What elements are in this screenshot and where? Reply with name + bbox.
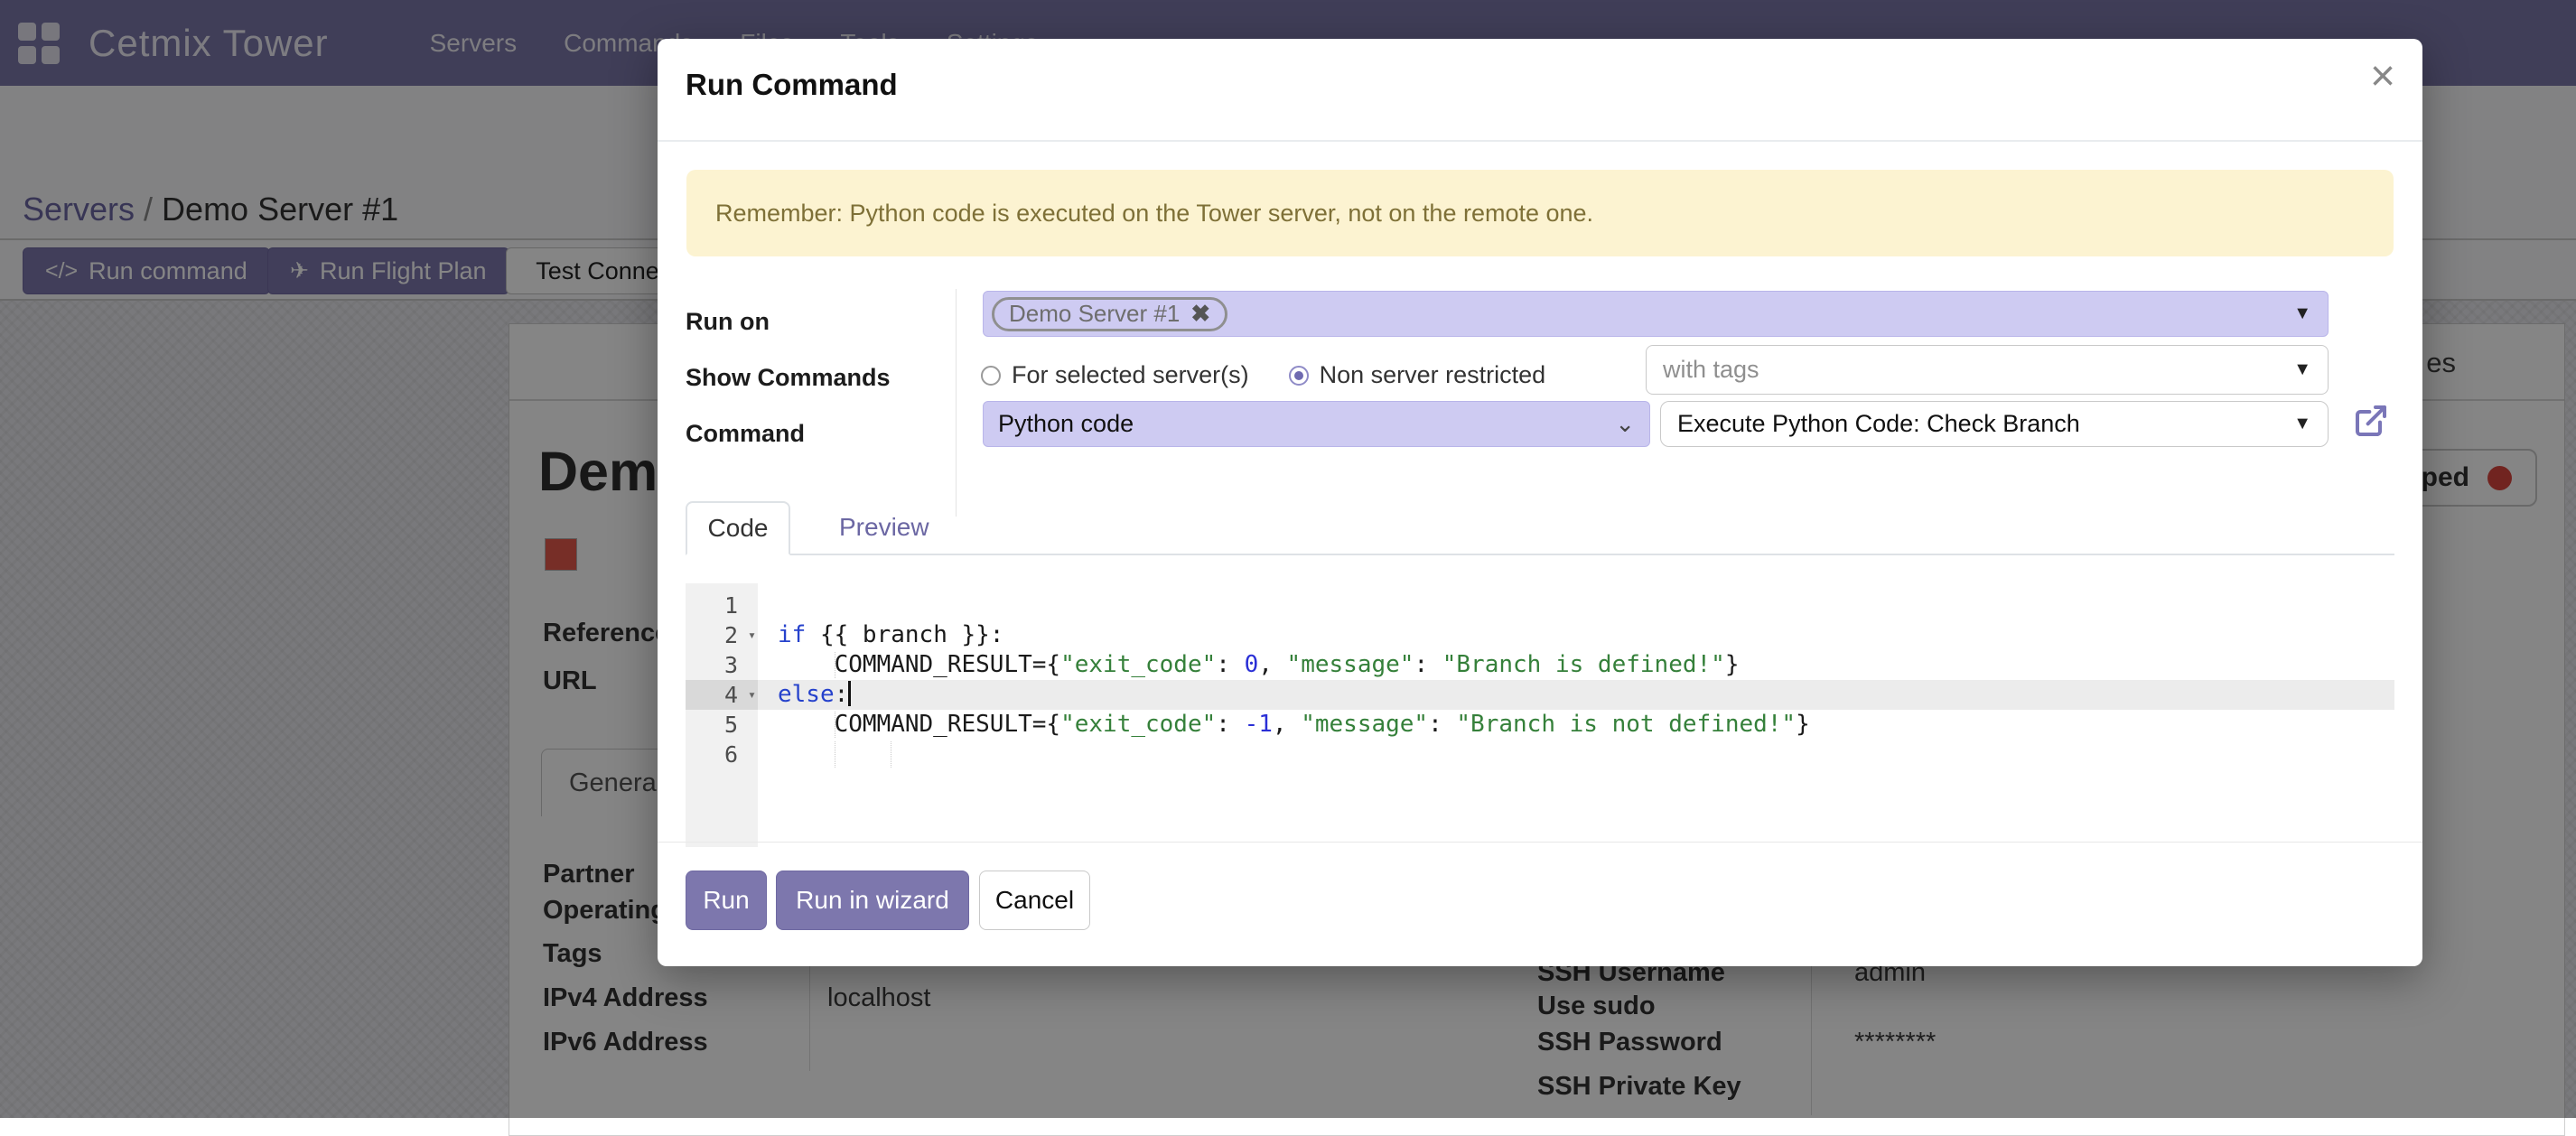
chevron-down-icon: ▼ xyxy=(2293,303,2311,324)
line-number: 3 xyxy=(686,650,758,680)
code-token: : xyxy=(1414,651,1442,678)
code-token: 0 xyxy=(1245,651,1259,678)
code-token: "Branch is not defined!" xyxy=(1456,711,1796,738)
text-cursor xyxy=(848,681,851,706)
cancel-button[interactable]: Cancel xyxy=(979,871,1090,930)
run-in-wizard-button[interactable]: Run in wizard xyxy=(776,871,969,930)
line-number: 6 xyxy=(686,740,758,769)
code-token: "message" xyxy=(1287,651,1414,678)
editor-lines: 12▾if {{ branch }}:3 COMMAND_RESULT={"ex… xyxy=(686,591,2394,769)
warning-banner: Remember: Python code is executed on the… xyxy=(686,170,2394,256)
code-token: , xyxy=(1258,651,1286,678)
with-tags-select[interactable]: with tags ▼ xyxy=(1646,345,2329,395)
editor-line-6: 6 xyxy=(686,740,2394,769)
run-on-label: Run on xyxy=(686,308,770,336)
code-token: else xyxy=(778,681,835,708)
command-select[interactable]: Execute Python Code: Check Branch ▼ xyxy=(1660,401,2329,447)
run-on-select[interactable]: Demo Server #1 ✖ ▼ xyxy=(983,291,2329,337)
tab-preview[interactable]: Preview xyxy=(817,501,951,554)
radio-for-selected-servers-label[interactable]: For selected server(s) xyxy=(1012,361,1249,389)
command-type-select[interactable]: Python code ⌄ xyxy=(983,401,1650,447)
modal-title: Run Command xyxy=(686,68,898,102)
code-token: : xyxy=(1428,711,1456,738)
form-column-divider xyxy=(956,289,957,517)
code-token: COMMAND_RESULT={ xyxy=(778,711,1060,738)
code-token: "message" xyxy=(1301,711,1428,738)
code-token: COMMAND_RESULT={ xyxy=(778,651,1060,678)
code-token: } xyxy=(1725,651,1740,678)
fold-icon[interactable]: ▾ xyxy=(748,620,756,650)
code-token: : xyxy=(1216,711,1244,738)
code-line-content[interactable]: COMMAND_RESULT={"exit_code": 0, "message… xyxy=(758,650,2394,680)
code-preview-tabs: Code Preview xyxy=(686,501,2394,555)
fold-icon[interactable]: ▾ xyxy=(748,680,756,710)
code-token: : xyxy=(1216,651,1244,678)
chevron-down-icon: ▼ xyxy=(2293,359,2311,380)
line-number: 1 xyxy=(686,591,758,620)
editor-line-3: 3 COMMAND_RESULT={"exit_code": 0, "messa… xyxy=(686,650,2394,680)
code-editor[interactable]: 12▾if {{ branch }}:3 COMMAND_RESULT={"ex… xyxy=(686,583,2394,847)
editor-line-5: 5 COMMAND_RESULT={"exit_code": -1, "mess… xyxy=(686,710,2394,740)
code-line-content[interactable] xyxy=(758,591,2394,620)
code-line-content[interactable]: COMMAND_RESULT={"exit_code": -1, "messag… xyxy=(758,710,2394,740)
code-token: } xyxy=(1796,711,1810,738)
code-token: -1 xyxy=(1245,711,1273,738)
selected-server-tag: Demo Server #1 ✖ xyxy=(992,297,1227,331)
code-token: if xyxy=(778,621,806,648)
code-line-content[interactable]: if {{ branch }}: xyxy=(758,620,2394,650)
show-commands-label: Show Commands xyxy=(686,364,891,392)
radio-non-server-restricted[interactable] xyxy=(1289,366,1309,386)
radio-for-selected-servers[interactable] xyxy=(981,366,1001,386)
run-button[interactable]: Run xyxy=(686,871,767,930)
remove-tag-icon[interactable]: ✖ xyxy=(1190,300,1210,328)
modal-header-divider xyxy=(658,140,2422,142)
show-commands-radios: For selected server(s) Non server restri… xyxy=(981,361,1585,389)
modal-footer-divider xyxy=(658,842,2422,843)
external-link-icon[interactable] xyxy=(2353,403,2389,439)
close-icon[interactable]: × xyxy=(2370,55,2395,98)
line-number: 4▾ xyxy=(686,680,758,710)
line-number: 5 xyxy=(686,710,758,740)
editor-line-2: 2▾if {{ branch }}: xyxy=(686,620,2394,650)
code-token: "Branch is defined!" xyxy=(1442,651,1725,678)
command-label: Command xyxy=(686,420,805,448)
tab-code[interactable]: Code xyxy=(686,501,790,555)
code-token: {{ branch }}: xyxy=(806,621,1003,648)
editor-line-4: 4▾else: xyxy=(686,680,2394,710)
line-number: 2▾ xyxy=(686,620,758,650)
code-line-content[interactable] xyxy=(758,740,2394,769)
code-token: "exit_code" xyxy=(1060,651,1216,678)
code-token: "exit_code" xyxy=(1060,711,1216,738)
chevron-down-icon: ▼ xyxy=(2293,414,2311,434)
code-token: : xyxy=(835,681,849,708)
run-command-modal: Run Command × Remember: Python code is e… xyxy=(658,39,2422,966)
code-token: , xyxy=(1273,711,1301,738)
code-line-content[interactable]: else: xyxy=(758,680,2394,710)
chevron-down-icon: ⌄ xyxy=(1615,410,1635,438)
radio-non-server-restricted-label[interactable]: Non server restricted xyxy=(1320,361,1546,389)
editor-line-1: 1 xyxy=(686,591,2394,620)
